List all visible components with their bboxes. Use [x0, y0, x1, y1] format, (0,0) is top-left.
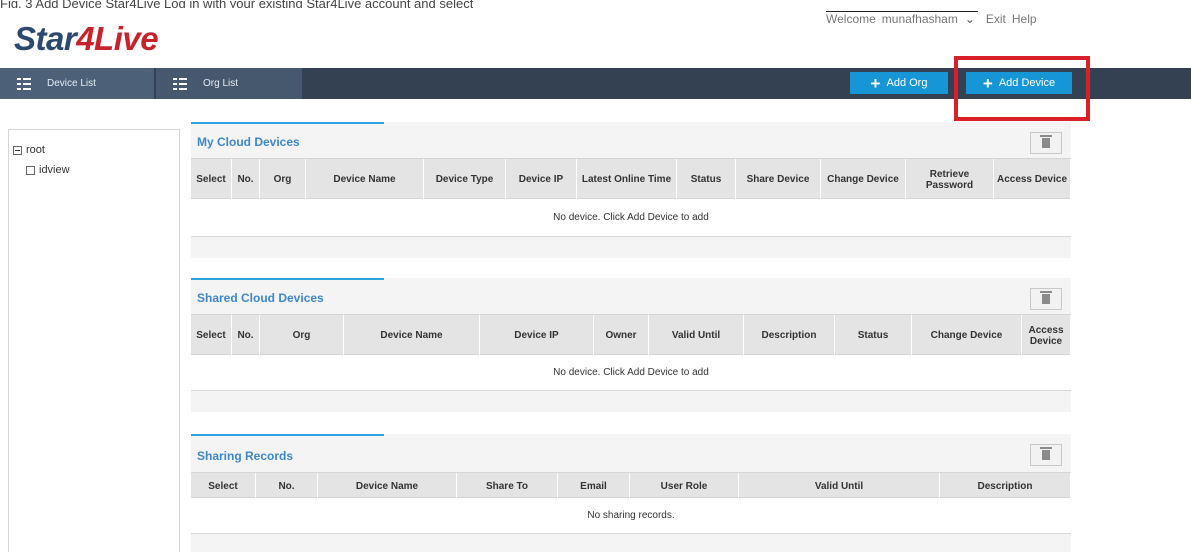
trash-icon [1040, 291, 1052, 304]
col-change-device: Change Device [912, 315, 1022, 356]
delete-button[interactable] [1030, 288, 1062, 310]
tab-org-list-label: Org List [203, 78, 239, 89]
col-status: Status [677, 159, 736, 200]
delete-button[interactable] [1030, 132, 1062, 154]
add-org-button[interactable]: + Add Org [850, 72, 948, 94]
cropped-caption-text: Fig. 3 Add Device Star4Live Log in with … [0, 0, 474, 8]
collapse-icon[interactable] [13, 145, 22, 155]
col-no: No. [232, 159, 260, 200]
list-icon [17, 77, 31, 90]
col-device-name: Device Name [318, 473, 457, 499]
username-menu[interactable]: munafhasham [882, 12, 958, 26]
col-select: Select [191, 473, 256, 499]
table-header: Select No. Org Device Name Device IP Own… [191, 314, 1071, 356]
add-device-highlight [954, 56, 1090, 121]
col-valid-until: Valid Until [739, 473, 940, 499]
section-title: Shared Cloud Devices [197, 291, 324, 305]
col-valid-until: Valid Until [649, 315, 744, 356]
col-select: Select [191, 159, 232, 200]
col-org: Org [260, 315, 344, 356]
col-latest-online-time: Latest Online Time [577, 159, 677, 200]
empty-message: No sharing records. [191, 498, 1071, 534]
org-tree-panel: root idview [8, 129, 180, 552]
col-change-device: Change Device [821, 159, 906, 200]
table-header: Select No. Org Device Name Device Type D… [191, 158, 1071, 200]
col-owner: Owner [594, 315, 649, 356]
tab-org-list[interactable]: Org List [156, 68, 302, 99]
plus-icon: + [870, 73, 881, 93]
delete-button[interactable] [1030, 444, 1062, 466]
section-title: My Cloud Devices [197, 135, 300, 149]
list-icon [173, 77, 187, 90]
col-description: Description [940, 473, 1071, 499]
col-device-type: Device Type [424, 159, 506, 200]
col-device-ip: Device IP [506, 159, 577, 200]
col-status: Status [835, 315, 912, 356]
col-select: Select [191, 315, 232, 356]
chevron-down-icon[interactable]: ⌄ [964, 12, 976, 26]
tab-device-list[interactable]: Device List [0, 68, 154, 99]
sharing-records-section: Sharing Records Select No. Device Name S… [191, 434, 1071, 552]
star4live-logo: Star4Live [14, 20, 159, 57]
col-no: No. [232, 315, 260, 356]
col-access-device: Access Device [1022, 315, 1071, 356]
help-link[interactable]: Help [1012, 12, 1037, 26]
tree-node-root[interactable]: root [13, 144, 45, 156]
col-share-to: Share To [457, 473, 558, 499]
table-header: Select No. Device Name Share To Email Us… [191, 472, 1071, 499]
col-retrieve-password: Retrieve Password [906, 159, 994, 200]
exit-link[interactable]: Exit [986, 12, 1006, 26]
section-title: Sharing Records [197, 449, 294, 463]
trash-icon [1040, 135, 1052, 148]
col-share-device: Share Device [736, 159, 821, 200]
trash-icon [1040, 447, 1052, 460]
col-email: Email [558, 473, 630, 499]
col-description: Description [744, 315, 835, 356]
tree-node-idview[interactable]: idview [26, 164, 70, 176]
col-user-role: User Role [630, 473, 739, 499]
welcome-label: Welcome [826, 12, 876, 26]
empty-message: No device. Click Add Device to add [191, 355, 1071, 391]
col-device-name: Device Name [344, 315, 480, 356]
checkbox-icon[interactable] [26, 165, 35, 175]
tab-device-list-label: Device List [47, 78, 96, 89]
col-org: Org [260, 159, 306, 200]
col-access-device: Access Device [994, 159, 1071, 200]
shared-cloud-devices-section: Shared Cloud Devices Select No. Org Devi… [191, 278, 1071, 412]
user-bar: Welcome munafhasham ⌄ Exit Help [826, 12, 1043, 26]
my-cloud-devices-section: My Cloud Devices Select No. Org Device N… [191, 122, 1071, 258]
col-no: No. [256, 473, 318, 499]
empty-message: No device. Click Add Device to add [191, 199, 1071, 237]
col-device-name: Device Name [306, 159, 424, 200]
col-device-ip: Device IP [480, 315, 594, 356]
